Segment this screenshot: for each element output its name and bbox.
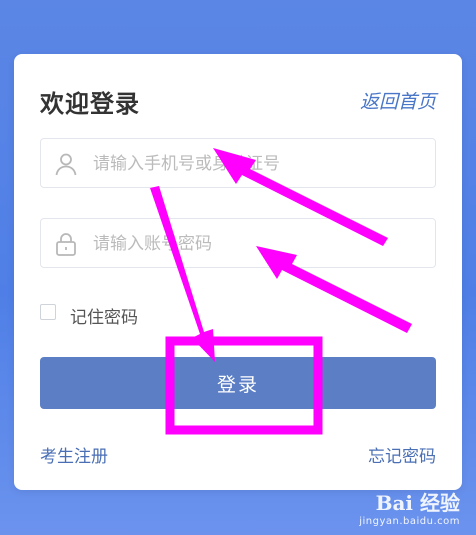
password-field[interactable]: [40, 218, 436, 269]
remember-checkbox[interactable]: [40, 304, 56, 320]
back-home-link[interactable]: 返回首页: [360, 87, 436, 114]
login-card: 欢迎登录 返回首页 记住密码 登录 考生注册 忘记密码: [14, 54, 462, 490]
watermark-brand: Bai 经验: [375, 491, 460, 515]
register-link[interactable]: 考生注册: [40, 442, 108, 467]
watermark: Bai 经验 jingyan.baidu.com: [359, 487, 460, 527]
login-button[interactable]: 登录: [40, 357, 436, 409]
page-title: 欢迎登录: [40, 90, 140, 118]
phone-field[interactable]: [40, 138, 436, 189]
remember-label: 记住密码: [70, 308, 138, 328]
phone-input[interactable]: [91, 139, 425, 189]
forgot-password-link[interactable]: 忘记密码: [368, 442, 436, 467]
lock-icon: [56, 233, 76, 256]
watermark-url: jingyan.baidu.com: [359, 516, 460, 527]
password-input[interactable]: [91, 219, 425, 269]
user-icon: [55, 153, 77, 176]
